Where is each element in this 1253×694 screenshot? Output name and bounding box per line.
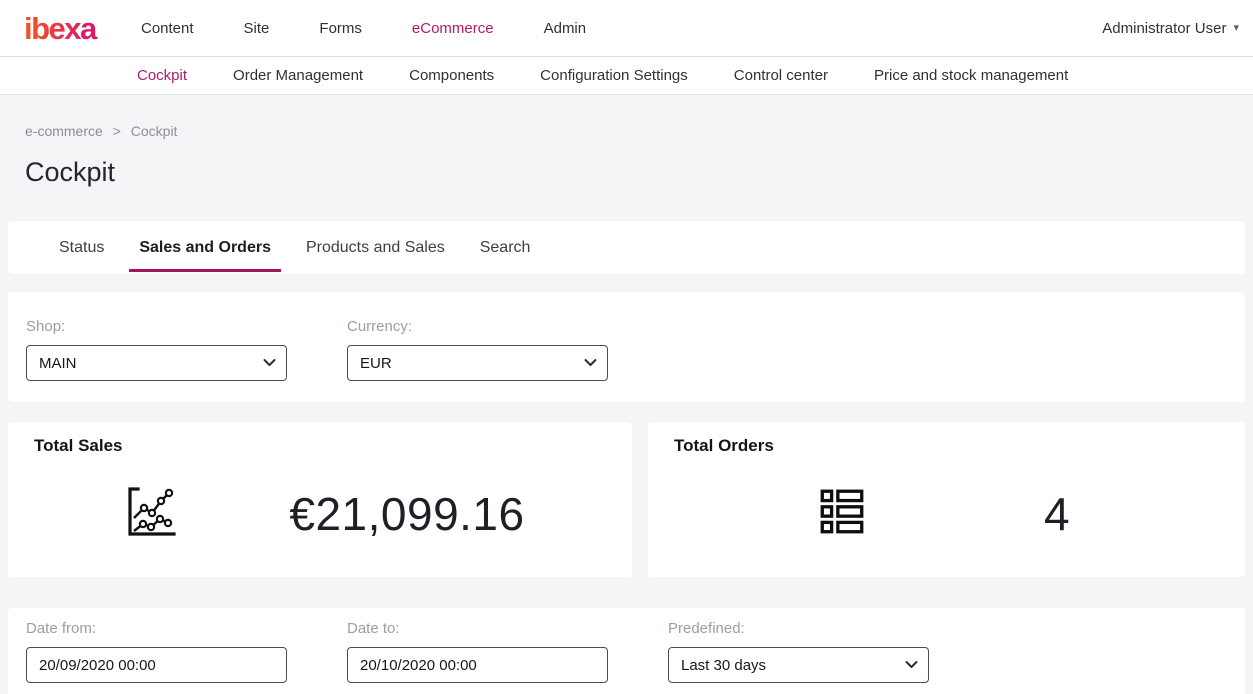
date-to-input[interactable] [347, 647, 608, 683]
predefined-field-group: Predefined: Last 30 days [668, 620, 929, 694]
main-nav: Content Site Forms eCommerce Admin [141, 20, 586, 37]
kpi-cards-row: Total Sales [8, 422, 1245, 577]
tab-search[interactable]: Search [470, 221, 541, 274]
date-from-label: Date from: [26, 620, 287, 637]
date-from-input[interactable] [26, 647, 287, 683]
nav-item-admin[interactable]: Admin [544, 20, 587, 37]
subnav-item-control-center[interactable]: Control center [734, 67, 828, 84]
total-orders-title: Total Orders [674, 436, 1245, 456]
breadcrumb: e-commerce > Cockpit [25, 123, 1245, 139]
tabs-bar: Status Sales and Orders Products and Sal… [8, 221, 1245, 274]
page-title: Cockpit [25, 155, 1245, 189]
date-to-field-group: Date to: [347, 620, 608, 694]
tab-products-and-sales[interactable]: Products and Sales [296, 221, 455, 274]
subnav-item-configuration-settings[interactable]: Configuration Settings [540, 67, 688, 84]
predefined-label: Predefined: [668, 620, 929, 637]
line-chart-icon [122, 481, 182, 548]
shop-currency-filter-panel: Shop: MAIN Currency: EUR [8, 292, 1245, 402]
breadcrumb-ecommerce[interactable]: e-commerce [25, 123, 103, 139]
total-orders-card: Total Orders 4 [648, 422, 1245, 577]
date-filter-panel: Date from: Date to: Predefined: Last 30 … [8, 608, 1245, 694]
total-sales-value: €21,099.16 [182, 487, 632, 541]
currency-field-group: Currency: EUR [347, 318, 608, 402]
date-to-label: Date to: [347, 620, 608, 637]
breadcrumb-separator: > [113, 123, 121, 139]
subnav-item-cockpit[interactable]: Cockpit [137, 67, 187, 84]
ecommerce-subnav: Cockpit Order Management Components Conf… [0, 57, 1253, 95]
shop-field-group: Shop: MAIN [26, 318, 287, 402]
chevron-down-icon: ▾ [1233, 23, 1239, 34]
tab-sales-and-orders[interactable]: Sales and Orders [129, 221, 281, 274]
user-menu[interactable]: Administrator User ▾ [1102, 20, 1239, 37]
currency-label: Currency: [347, 318, 608, 335]
predefined-range-select[interactable]: Last 30 days [668, 647, 929, 683]
tab-status[interactable]: Status [49, 221, 114, 274]
total-sales-title: Total Sales [34, 436, 632, 456]
nav-item-forms[interactable]: Forms [319, 20, 362, 37]
list-icon [815, 485, 869, 544]
subnav-item-components[interactable]: Components [409, 67, 494, 84]
subnav-item-price-stock-management[interactable]: Price and stock management [874, 67, 1068, 84]
nav-item-site[interactable]: Site [244, 20, 270, 37]
topbar: ibexa Content Site Forms eCommerce Admin… [0, 0, 1253, 57]
shop-label: Shop: [26, 318, 287, 335]
breadcrumb-cockpit[interactable]: Cockpit [131, 123, 178, 139]
ibexa-logo[interactable]: ibexa [24, 13, 102, 44]
currency-select[interactable]: EUR [347, 345, 608, 381]
main-content: e-commerce > Cockpit Cockpit Status Sale… [0, 123, 1253, 694]
total-orders-value: 4 [869, 487, 1245, 541]
shop-select[interactable]: MAIN [26, 345, 287, 381]
date-from-field-group: Date from: [26, 620, 287, 694]
user-name: Administrator User [1102, 20, 1226, 37]
total-sales-card: Total Sales [8, 422, 632, 577]
subnav-item-order-management[interactable]: Order Management [233, 67, 363, 84]
nav-item-content[interactable]: Content [141, 20, 194, 37]
nav-item-ecommerce[interactable]: eCommerce [412, 20, 494, 37]
